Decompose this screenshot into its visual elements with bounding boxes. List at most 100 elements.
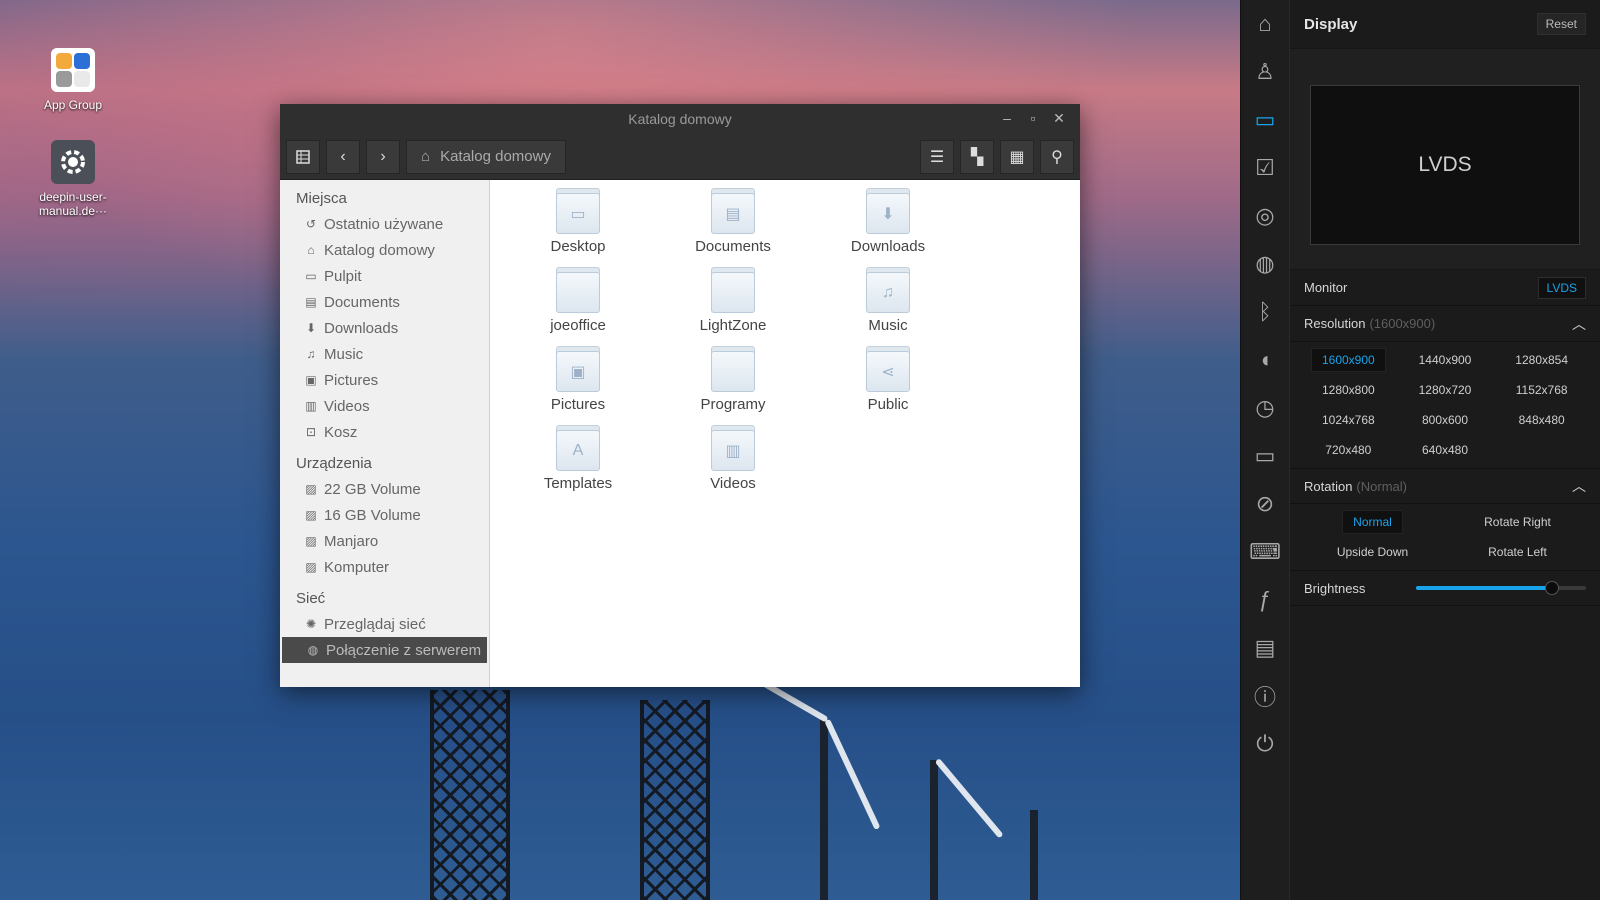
resolution-option[interactable]: 1152x768 <box>1493 376 1590 404</box>
bluetooth-icon[interactable]: ᛒ <box>1241 288 1289 336</box>
system-info-icon[interactable]: ▤ <box>1241 624 1289 672</box>
monitor-label: Monitor <box>1304 280 1348 295</box>
monitor-preview[interactable]: LVDS <box>1310 85 1580 245</box>
sidebar-item-documents[interactable]: ▤ Documents <box>280 289 489 315</box>
resolution-option[interactable]: 1280x720 <box>1397 376 1494 404</box>
default-apps-icon[interactable]: ☑ <box>1241 144 1289 192</box>
rotation-option[interactable]: Normal <box>1300 508 1445 536</box>
sidebar-item-label: Videos <box>324 397 370 415</box>
desktop-icon-user-manual[interactable]: deepin-user-manual.de··· <box>28 140 118 218</box>
chevron-up-icon[interactable]: ︿ <box>1572 476 1586 496</box>
maximize-icon[interactable]: ▫ <box>1024 109 1042 127</box>
video-icon: ▥ <box>305 399 317 413</box>
sidebar-item-recent[interactable]: ↺ Ostatnio używane <box>280 211 489 237</box>
sidebar-toggle-icon[interactable] <box>286 139 320 174</box>
recent-icon: ↺ <box>305 217 317 231</box>
resolution-option[interactable]: 848x480 <box>1493 406 1590 434</box>
monitor-select[interactable]: LVDS <box>1537 276 1586 299</box>
resolution-row[interactable]: Resolution (1600x900) ︿ <box>1290 306 1600 342</box>
desktop-icon-app-group[interactable]: App Group <box>28 48 118 112</box>
network-globe-icon[interactable]: ◍ <box>1241 240 1289 288</box>
close-icon[interactable]: ✕ <box>1050 109 1068 127</box>
wallpaper-tower <box>640 700 710 900</box>
resolution-option[interactable]: 1280x854 <box>1493 346 1590 374</box>
file-item-desktop[interactable]: ▭ Desktop <box>518 188 638 255</box>
power-battery-icon[interactable]: ▭ <box>1241 432 1289 480</box>
sidebar-item-manjaro[interactable]: ▨ Manjaro <box>280 528 489 554</box>
list-view-icon[interactable]: ☰ <box>920 139 954 174</box>
home-icon[interactable]: ⌂ <box>1241 0 1289 48</box>
file-item-public[interactable]: ⋖ Public <box>828 346 948 413</box>
sidebar-item-desktop[interactable]: ▭ Pulpit <box>280 263 489 289</box>
file-item-music[interactable]: ♫ Music <box>828 267 948 334</box>
desktop-icon-label: App Group <box>43 98 103 112</box>
sidebar-item-music[interactable]: ♫ Music <box>280 341 489 367</box>
forward-icon[interactable]: › <box>366 139 400 174</box>
shortcut-fn-icon[interactable]: ƒ <box>1241 576 1289 624</box>
rotation-row[interactable]: Rotation (Normal) ︿ <box>1290 468 1600 504</box>
display-icon[interactable]: ▭ <box>1241 96 1289 144</box>
resolution-option[interactable]: 800x600 <box>1397 406 1494 434</box>
desktop-icon-label: deepin-user-manual.de··· <box>38 190 108 218</box>
power-icon[interactable]: ⏻ <box>1241 720 1289 768</box>
file-label: Videos <box>710 475 756 492</box>
sound-icon[interactable]: ◖ <box>1241 336 1289 384</box>
back-icon[interactable]: ‹ <box>326 139 360 174</box>
sidebar-item-connect-server[interactable]: ◍ Połączenie z serwerem <box>282 637 487 663</box>
file-item-templates[interactable]: A Templates <box>518 425 638 492</box>
sidebar-item-volume-16gb[interactable]: ▨ 16 GB Volume <box>280 502 489 528</box>
info-icon[interactable]: ⓘ <box>1241 672 1289 720</box>
reset-button[interactable]: Reset <box>1536 13 1586 35</box>
document-icon: ▤ <box>305 295 317 309</box>
sidebar-item-label: 16 GB Volume <box>324 506 421 524</box>
wallpaper-turbine <box>930 760 938 900</box>
rotation-option[interactable]: Upside Down <box>1300 538 1445 566</box>
compact-view-icon[interactable]: ▚ <box>960 139 994 174</box>
brightness-label: Brightness <box>1304 580 1366 596</box>
breadcrumb[interactable]: ⌂ Katalog domowy <box>406 139 566 174</box>
mouse-icon[interactable]: ⊘ <box>1241 480 1289 528</box>
file-item-downloads[interactable]: ⬇ Downloads <box>828 188 948 255</box>
keyboard-icon[interactable]: ⌨ <box>1241 528 1289 576</box>
picture-icon: ▣ <box>305 373 317 387</box>
search-icon[interactable]: ⚲ <box>1040 139 1074 174</box>
clock-icon[interactable]: ◷ <box>1241 384 1289 432</box>
toolbar: ‹ › ⌂ Katalog domowy ☰ ▚ ▦ ⚲ <box>280 134 1080 180</box>
file-manager-window: Katalog domowy – ▫ ✕ ‹ › ⌂ Katalog domow… <box>280 104 1080 687</box>
resolution-option[interactable]: 640x480 <box>1397 436 1494 464</box>
file-item-pictures[interactable]: ▣ Pictures <box>518 346 638 413</box>
sidebar-heading-devices: Urządzenia <box>296 455 372 472</box>
sidebar-item-home[interactable]: ⌂ Katalog domowy <box>280 237 489 263</box>
user-icon[interactable]: ♙ <box>1241 48 1289 96</box>
file-item-programy[interactable]: Programy <box>673 346 793 413</box>
resolution-option[interactable]: 1280x800 <box>1300 376 1397 404</box>
sidebar-item-volume-22gb[interactable]: ▨ 22 GB Volume <box>280 476 489 502</box>
chevron-up-icon[interactable]: ︿ <box>1572 314 1586 334</box>
brightness-knob[interactable] <box>1545 581 1559 595</box>
resolution-option[interactable]: 1440x900 <box>1397 346 1494 374</box>
rotation-option[interactable]: Rotate Right <box>1445 508 1590 536</box>
brightness-slider[interactable] <box>1416 581 1586 595</box>
file-item-videos[interactable]: ▥ Videos <box>673 425 793 492</box>
personalization-icon[interactable]: ◎ <box>1241 192 1289 240</box>
icon-view-icon[interactable]: ▦ <box>1000 139 1034 174</box>
rotation-option[interactable]: Rotate Left <box>1445 538 1590 566</box>
file-label: Pictures <box>550 396 606 413</box>
file-item-lightzone[interactable]: LightZone <box>673 267 793 334</box>
sidebar-item-pictures[interactable]: ▣ Pictures <box>280 367 489 393</box>
minimize-icon[interactable]: – <box>998 109 1016 127</box>
sidebar-item-browse-network[interactable]: ✺ Przeglądaj sieć <box>280 611 489 637</box>
drive-icon: ▨ <box>305 560 317 574</box>
resolution-option[interactable]: 1024x768 <box>1300 406 1397 434</box>
sidebar-item-trash[interactable]: ⊡ Kosz <box>280 419 489 445</box>
brightness-fill <box>1416 586 1552 590</box>
file-item-joeoffice[interactable]: joeoffice <box>518 267 638 334</box>
sidebar-item-downloads[interactable]: ⬇ Downloads <box>280 315 489 341</box>
sidebar-item-computer[interactable]: ▨ Komputer <box>280 554 489 580</box>
sidebar-item-videos[interactable]: ▥ Videos <box>280 393 489 419</box>
download-icon: ⬇ <box>305 321 317 335</box>
resolution-option[interactable]: 720x480 <box>1300 436 1397 464</box>
file-item-documents[interactable]: ▤ Documents <box>673 188 793 255</box>
resolution-option[interactable]: 1600x900 <box>1300 346 1397 374</box>
window-titlebar[interactable]: Katalog domowy – ▫ ✕ <box>280 104 1080 134</box>
